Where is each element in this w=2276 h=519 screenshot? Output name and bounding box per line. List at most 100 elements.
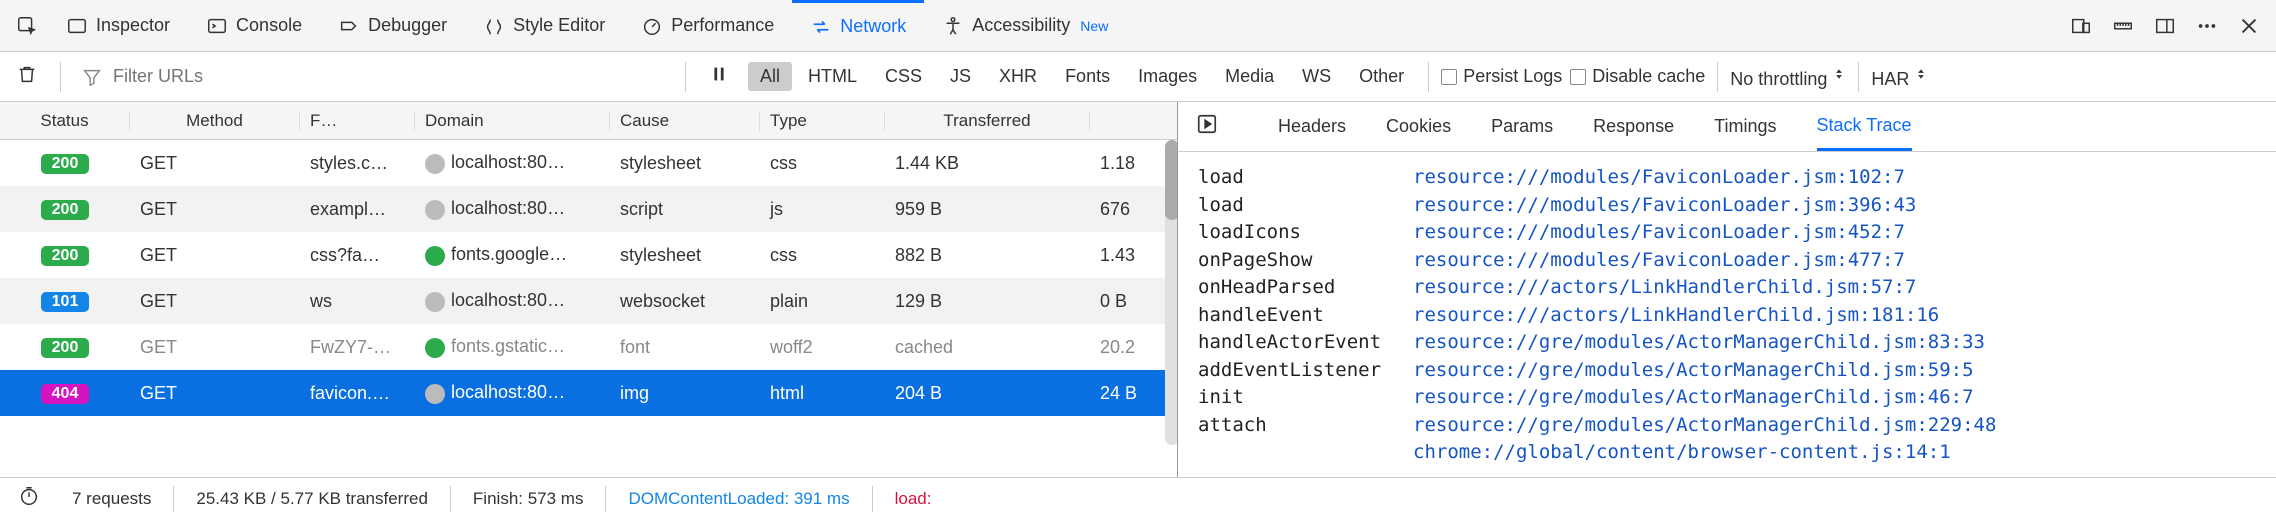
rdm-button[interactable]: [2060, 0, 2102, 51]
filter-other[interactable]: Other: [1347, 62, 1416, 91]
filter-all[interactable]: All: [748, 62, 792, 91]
resend-button[interactable]: [1186, 113, 1228, 140]
stopwatch-icon: [18, 485, 40, 507]
details-tabbar: Headers Cookies Params Response Timings Stack…: [1178, 102, 2276, 152]
cell-transferred: 882 B: [885, 245, 1090, 266]
filter-fonts[interactable]: Fonts: [1053, 62, 1122, 91]
stack-source-link[interactable]: resource:///actors/LinkHandlerChild.jsm:…: [1413, 302, 1939, 330]
col-transferred[interactable]: Transferred: [885, 111, 1090, 131]
vertical-scrollbar[interactable]: [1165, 140, 1178, 445]
col-cause[interactable]: Cause: [610, 111, 760, 131]
cell-transferred: cached: [885, 337, 1090, 358]
stack-source-link[interactable]: resource:///modules/FaviconLoader.jsm:47…: [1413, 247, 1905, 275]
tab-performance[interactable]: Performance: [623, 0, 792, 51]
stack-source-link[interactable]: resource://gre/modules/ActorManagerChild…: [1413, 412, 1996, 440]
col-status[interactable]: Status: [0, 111, 130, 131]
details-tab-response[interactable]: Response: [1593, 102, 1674, 151]
filter-urls-input[interactable]: [113, 66, 665, 87]
cell-method: GET: [130, 383, 300, 404]
filter-urls-field[interactable]: [73, 66, 673, 88]
dock-picker-button[interactable]: [6, 0, 48, 51]
stack-frame[interactable]: attachresource://gre/modules/ActorManage…: [1198, 412, 2256, 440]
filter-js[interactable]: JS: [938, 62, 983, 91]
filter-html[interactable]: HTML: [796, 62, 869, 91]
pause-icon: [708, 63, 730, 85]
details-tab-params[interactable]: Params: [1491, 102, 1553, 151]
cell-size: 1.43: [1090, 245, 1177, 266]
stack-fn: init: [1198, 384, 1413, 412]
scrollbar-thumb[interactable]: [1165, 140, 1178, 220]
tab-network[interactable]: Network: [792, 0, 924, 51]
filter-xhr[interactable]: XHR: [987, 62, 1049, 91]
filter-ws[interactable]: WS: [1290, 62, 1343, 91]
stack-source-link[interactable]: chrome://global/content/browser-content.…: [1413, 439, 1951, 467]
stack-frame[interactable]: onPageShowresource:///modules/FaviconLoa…: [1198, 247, 2256, 275]
more-button[interactable]: [2186, 0, 2228, 51]
stack-source-link[interactable]: resource:///modules/FaviconLoader.jsm:10…: [1413, 164, 1905, 192]
stack-fn: onHeadParsed: [1198, 274, 1413, 302]
details-tab-cookies[interactable]: Cookies: [1386, 102, 1451, 151]
stack-frame[interactable]: loadresource:///modules/FaviconLoader.js…: [1198, 164, 2256, 192]
details-tab-stack-trace[interactable]: Stack Trace: [1817, 102, 1912, 151]
details-tab-headers[interactable]: Headers: [1278, 102, 1346, 151]
col-domain[interactable]: Domain: [415, 111, 610, 131]
console-icon: [206, 15, 228, 37]
stack-frame[interactable]: onHeadParsedresource:///actors/LinkHandl…: [1198, 274, 2256, 302]
request-row[interactable]: 200GETstyles.c…localhost:80…stylesheetcs…: [0, 140, 1177, 186]
stack-frame[interactable]: handleActorEventresource://gre/modules/A…: [1198, 329, 2256, 357]
filter-images[interactable]: Images: [1126, 62, 1209, 91]
tab-console[interactable]: Console: [188, 0, 320, 51]
col-file[interactable]: F…: [300, 111, 415, 131]
stack-frame[interactable]: loadresource:///modules/FaviconLoader.js…: [1198, 192, 2256, 220]
persist-logs-checkbox[interactable]: Persist Logs: [1441, 66, 1562, 87]
tab-inspector[interactable]: Inspector: [48, 0, 188, 51]
stack-frame[interactable]: loadIconsresource:///modules/FaviconLoad…: [1198, 219, 2256, 247]
tab-debugger[interactable]: Debugger: [320, 0, 465, 51]
stack-source-link[interactable]: resource:///actors/LinkHandlerChild.jsm:…: [1413, 274, 1916, 302]
stack-frame[interactable]: handleEventresource:///actors/LinkHandle…: [1198, 302, 2256, 330]
ruler-button[interactable]: [2102, 0, 2144, 51]
request-row[interactable]: 404GETfavicon.…localhost:80…imghtml204 B…: [0, 370, 1177, 416]
clear-button[interactable]: [6, 63, 48, 90]
status-pill: 200: [41, 154, 89, 174]
cell-cause: script: [610, 199, 760, 220]
cell-method: GET: [130, 199, 300, 220]
pause-button[interactable]: [698, 63, 740, 90]
stack-source-link[interactable]: resource:///modules/FaviconLoader.jsm:39…: [1413, 192, 1916, 220]
request-list-pane: Status Method F… Domain Cause Type Trans…: [0, 102, 1178, 477]
styleeditor-icon: [483, 15, 505, 37]
stack-source-link[interactable]: resource://gre/modules/ActorManagerChild…: [1413, 329, 1985, 357]
cell-cause: img: [610, 383, 760, 404]
checkbox-box: [1570, 69, 1586, 85]
tab-styleeditor[interactable]: Style Editor: [465, 0, 623, 51]
cell-domain: localhost:80…: [415, 290, 610, 311]
stack-fn: load: [1198, 192, 1413, 220]
request-row[interactable]: 200GETFwZY7-…fonts.gstatic…fontwoff2cach…: [0, 324, 1177, 370]
filter-css[interactable]: CSS: [873, 62, 934, 91]
request-row[interactable]: 200GETcss?fa…fonts.google…stylesheetcss8…: [0, 232, 1177, 278]
close-devtools-button[interactable]: [2228, 0, 2270, 51]
stack-source-link[interactable]: resource://gre/modules/ActorManagerChild…: [1413, 384, 1974, 412]
stack-source-link[interactable]: resource:///modules/FaviconLoader.jsm:45…: [1413, 219, 1905, 247]
col-type[interactable]: Type: [760, 111, 885, 131]
stack-frame[interactable]: addEventListenerresource://gre/modules/A…: [1198, 357, 2256, 385]
trash-icon: [16, 63, 38, 85]
request-row[interactable]: 200GETexampl…localhost:80…scriptjs959 B6…: [0, 186, 1177, 232]
stack-frame[interactable]: chrome://global/content/browser-content.…: [1198, 439, 2256, 467]
stack-source-link[interactable]: resource://gre/modules/ActorManagerChild…: [1413, 357, 1974, 385]
lock-icon: [425, 338, 445, 358]
updown-icon: [1914, 63, 1928, 85]
disable-cache-checkbox[interactable]: Disable cache: [1570, 66, 1705, 87]
perf-analysis-button[interactable]: [8, 485, 50, 512]
stack-frame[interactable]: initresource://gre/modules/ActorManagerC…: [1198, 384, 2256, 412]
throttling-select[interactable]: No throttling: [1730, 63, 1846, 90]
request-row[interactable]: 101GETwslocalhost:80…websocketplain129 B…: [0, 278, 1177, 324]
col-method[interactable]: Method: [130, 111, 300, 131]
filter-media[interactable]: Media: [1213, 62, 1286, 91]
stack-fn: [1198, 439, 1413, 467]
dock-side-button[interactable]: [2144, 0, 2186, 51]
har-menu[interactable]: HAR: [1871, 63, 1928, 90]
type-filter-group: AllHTMLCSSJSXHRFontsImagesMediaWSOther: [748, 62, 1416, 91]
details-tab-timings[interactable]: Timings: [1714, 102, 1776, 151]
tab-accessibility[interactable]: Accessibility New: [924, 0, 1126, 51]
